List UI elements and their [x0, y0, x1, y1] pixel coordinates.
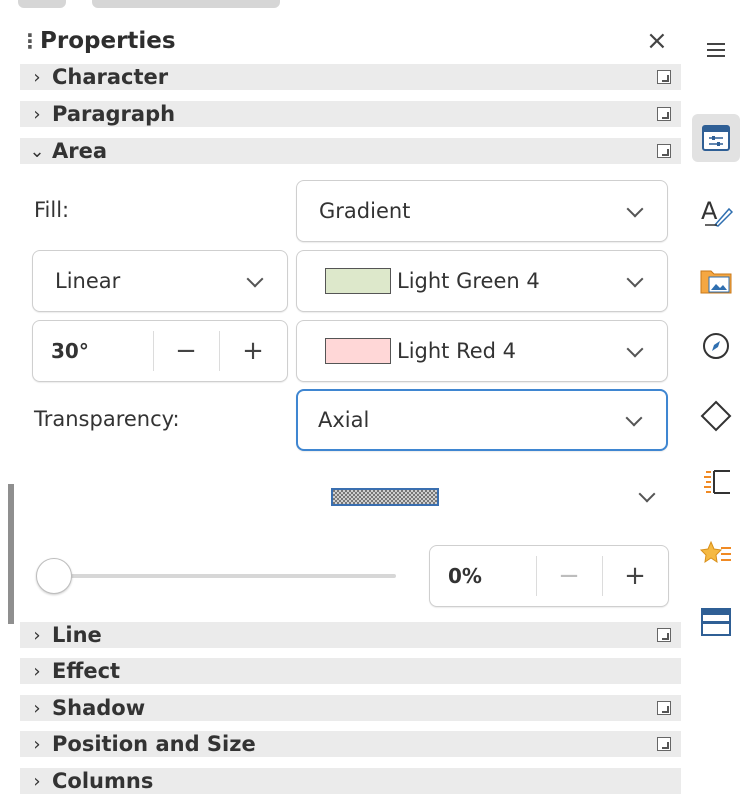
section-effect[interactable]: › Effect	[20, 658, 681, 684]
chevron-right-icon: ›	[33, 66, 41, 88]
panel-title-bar: ⋮ Properties	[20, 26, 176, 56]
transparency-slider-thumb[interactable]	[36, 558, 72, 594]
styles-tab-icon[interactable]: A	[692, 188, 740, 236]
color-swatch	[325, 338, 391, 364]
section-position-and-size[interactable]: › Position and Size	[20, 731, 681, 757]
section-label: Columns	[52, 769, 154, 793]
svg-text:A: A	[701, 197, 718, 225]
drag-handle-icon[interactable]: ⋮	[20, 31, 40, 51]
transparency-label: Transparency:	[34, 407, 180, 431]
angle-spinbox[interactable]: 30° − +	[32, 320, 288, 382]
chevron-down-icon	[626, 340, 644, 358]
chevron-down-icon	[246, 270, 264, 288]
close-button[interactable]: ×	[646, 28, 668, 54]
chevron-right-icon: ›	[33, 624, 41, 646]
gradient-color1-dropdown[interactable]: Light Green 4	[296, 250, 668, 312]
section-line[interactable]: › Line	[20, 622, 681, 648]
transparency-slider-track[interactable]	[46, 574, 396, 578]
section-shadow[interactable]: › Shadow	[20, 695, 681, 721]
chevron-right-icon: ›	[33, 770, 41, 792]
chevron-down-icon	[626, 200, 644, 218]
section-label: Effect	[52, 659, 121, 683]
gradient-color2-dropdown[interactable]: Light Red 4	[296, 320, 668, 382]
chevron-down-icon	[625, 409, 643, 427]
chevron-right-icon: ›	[33, 733, 41, 755]
properties-tab-icon[interactable]	[692, 114, 740, 162]
transparency-percent-value[interactable]: 0%	[448, 564, 482, 588]
percent-increase-button[interactable]: +	[602, 546, 668, 606]
chevron-down-icon	[626, 270, 644, 288]
transparency-percent-spinbox[interactable]: 0% − +	[429, 545, 669, 607]
panel-resize-handle[interactable]	[8, 484, 14, 624]
more-options-icon[interactable]	[657, 737, 671, 751]
sidebar-menu-icon[interactable]	[692, 26, 740, 74]
transparency-dropdown[interactable]: Axial	[296, 389, 668, 451]
chevron-right-icon: ›	[33, 103, 41, 125]
fill-value: Gradient	[319, 199, 411, 223]
chevron-down-icon	[638, 485, 656, 503]
top-tab-stub	[18, 0, 66, 8]
section-label: Position and Size	[52, 732, 256, 756]
panel-title: Properties	[40, 28, 176, 54]
section-columns[interactable]: › Columns	[20, 768, 681, 794]
chevron-right-icon: ›	[33, 697, 41, 719]
angle-decrease-button[interactable]: −	[153, 321, 219, 381]
percent-decrease-button[interactable]: −	[536, 546, 602, 606]
gallery-tab-icon[interactable]	[692, 256, 740, 304]
section-label: Character	[52, 65, 169, 89]
section-label: Shadow	[52, 696, 146, 720]
more-options-icon[interactable]	[657, 107, 671, 121]
chevron-right-icon: ›	[33, 660, 41, 682]
transparency-value: Axial	[318, 408, 370, 432]
navigator-tab-icon[interactable]	[692, 322, 740, 370]
fill-label: Fill:	[34, 198, 70, 222]
more-options-icon[interactable]	[657, 70, 671, 84]
page-tab-icon[interactable]	[692, 458, 740, 506]
color1-name: Light Green 4	[397, 269, 540, 293]
transparency-gradient-dropdown[interactable]	[636, 484, 660, 508]
section-character[interactable]: › Character	[20, 64, 681, 90]
top-tab-stub	[92, 0, 280, 8]
more-options-icon[interactable]	[657, 701, 671, 715]
manage-changes-tab-icon[interactable]	[692, 598, 740, 646]
chevron-down-icon: ⌄	[29, 140, 45, 162]
more-options-icon[interactable]	[657, 144, 671, 158]
more-options-icon[interactable]	[657, 628, 671, 642]
shapes-tab-icon[interactable]	[692, 392, 740, 440]
transparency-gradient-preview[interactable]	[331, 488, 439, 506]
section-label: Paragraph	[52, 102, 176, 126]
gradient-type-value: Linear	[55, 269, 121, 293]
section-paragraph[interactable]: › Paragraph	[20, 101, 681, 127]
fill-dropdown[interactable]: Gradient	[296, 180, 668, 242]
color-swatch	[325, 268, 391, 294]
angle-value[interactable]: 30°	[51, 339, 89, 363]
angle-increase-button[interactable]: +	[219, 321, 287, 381]
gradient-type-dropdown[interactable]: Linear	[32, 250, 288, 312]
section-label: Line	[52, 623, 102, 647]
style-inspector-tab-icon[interactable]	[692, 530, 740, 578]
section-area[interactable]: ⌄ Area	[20, 138, 681, 164]
color2-name: Light Red 4	[397, 339, 517, 363]
section-label: Area	[52, 139, 108, 163]
